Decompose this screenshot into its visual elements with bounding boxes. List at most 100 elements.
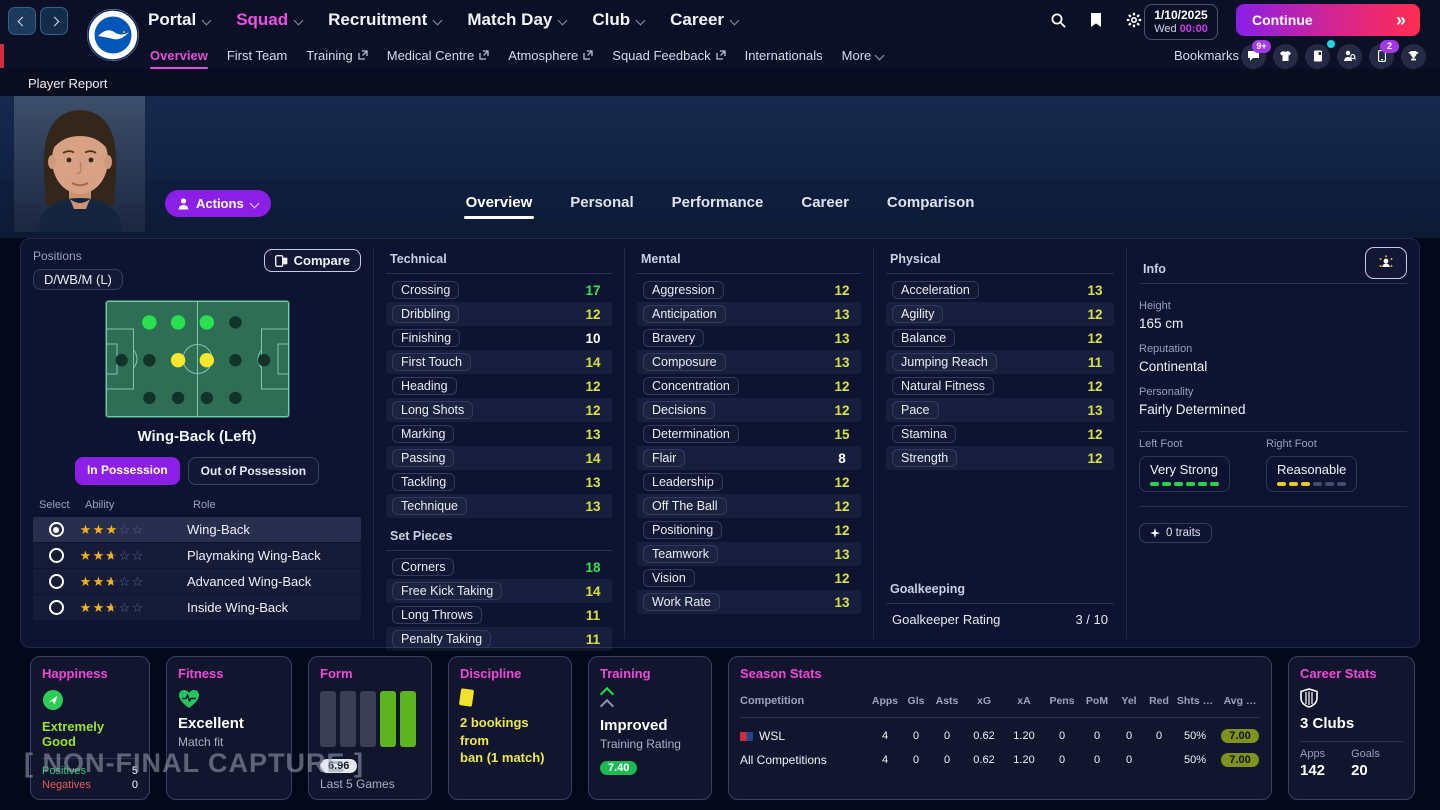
role-radio[interactable] (49, 522, 64, 537)
role-row-playmaking-wing-back[interactable]: ★★☆★☆☆Playmaking Wing-Back (33, 543, 361, 568)
career-stats-title: Career Stats (1300, 666, 1403, 681)
sub-nav-overview[interactable]: Overview (150, 40, 208, 70)
stat-value: 0 (1044, 730, 1080, 742)
season-stats-row: WSL4000.621.20000050%7.00 (740, 724, 1260, 748)
role-row-wing-back[interactable]: ★★★☆☆Wing-Back (33, 517, 361, 542)
role-radio[interactable] (49, 600, 64, 615)
roles-table-header: SelectAbilityRole (33, 499, 361, 517)
nav-menu-squad[interactable]: Squad (236, 10, 302, 30)
attr-technique: Technique13 (386, 494, 612, 518)
game-date[interactable]: 1/10/2025 Wed 00:00 (1144, 4, 1218, 40)
out-of-possession-toggle[interactable]: Out of Possession (188, 457, 319, 485)
role-row-advanced-wing-back[interactable]: ★★☆★☆☆Advanced Wing-Back (33, 569, 361, 594)
attr-vision: Vision12 (637, 566, 861, 590)
training-card[interactable]: Training Improved Training Rating 7.40 (588, 656, 712, 800)
happiness-icon (42, 689, 64, 711)
attr-natural-fitness: Natural Fitness12 (886, 374, 1114, 398)
happiness-title: Happiness (42, 666, 138, 681)
nav-menu-career[interactable]: Career (670, 10, 738, 30)
in-possession-toggle[interactable]: In Possession (75, 457, 180, 485)
messages-icon[interactable]: 9+ (1241, 44, 1266, 69)
attr-composure: Composure13 (637, 350, 861, 374)
discipline-card[interactable]: Discipline 2 bookings fromban (1 match) (448, 656, 572, 800)
sub-nav-training[interactable]: Training (306, 40, 367, 70)
happiness-value: Extremely Good (42, 719, 138, 749)
mental-section: Mental Aggression12Anticipation13Bravery… (625, 239, 873, 647)
sub-nav-first-team[interactable]: First Team (227, 40, 287, 70)
attr-anticipation: Anticipation13 (637, 302, 861, 326)
left-foot-bars (1150, 482, 1219, 486)
attr-acceleration: Acceleration13 (886, 278, 1114, 302)
player-tabs: Overview Personal Performance Career Compari… (0, 188, 1440, 221)
form-bars (320, 691, 420, 747)
sub-nav-squad-feedback[interactable]: Squad Feedback (612, 40, 725, 70)
role-row-inside-wing-back[interactable]: ★★☆★☆☆Inside Wing-Back (33, 595, 361, 620)
gear-icon[interactable] (1126, 12, 1142, 28)
career-stats-card[interactable]: Career Stats 3 Clubs Apps142 Goals20 (1288, 656, 1415, 800)
nav-menu-recruitment[interactable]: Recruitment (328, 10, 441, 30)
nav-menu-match-day[interactable]: Match Day (467, 10, 566, 30)
tab-comparison[interactable]: Comparison (885, 188, 977, 221)
trophy-icon[interactable] (1401, 44, 1426, 69)
stat-col-shts: Shts … (1174, 695, 1216, 707)
phone-icon[interactable]: 2 (1369, 44, 1394, 69)
pitch-dot-pos (170, 315, 184, 329)
sub-nav-atmosphere[interactable]: Atmosphere (508, 40, 593, 70)
heart-icon (178, 689, 200, 709)
compare-button[interactable]: Compare (264, 249, 361, 272)
role-ability-stars: ★★☆★☆☆ (79, 547, 187, 565)
sub-nav-internationals[interactable]: Internationals (745, 40, 823, 70)
attr-passing: Passing14 (386, 446, 612, 470)
attr-aggression: Aggression12 (637, 278, 861, 302)
tab-performance[interactable]: Performance (670, 188, 766, 221)
attr-dribbling: Dribbling12 (386, 302, 612, 326)
stat-col-red: Red (1144, 695, 1174, 707)
role-radio[interactable] (49, 574, 64, 589)
pitch-dot-off (143, 354, 155, 366)
attr-positioning: Positioning12 (637, 518, 861, 542)
transfer-card-icon[interactable] (1305, 44, 1330, 69)
tab-personal[interactable]: Personal (568, 188, 635, 221)
stat-value: 1.20 (1004, 754, 1044, 766)
top-icons (1051, 0, 1142, 40)
positions-section: Positions D/WB/M (L) Compare Wing-Back (… (21, 239, 373, 647)
traits-chip[interactable]: 0 traits (1139, 523, 1212, 543)
role-name: Wing-Back (187, 522, 361, 537)
roles-header-select: Select (39, 499, 85, 511)
player-profile-icon[interactable] (1365, 247, 1407, 279)
forward-button[interactable] (40, 7, 68, 35)
nav-menu-club[interactable]: Club (592, 10, 644, 30)
tab-overview[interactable]: Overview (464, 188, 535, 221)
position-pitch (105, 300, 290, 418)
role-name: Inside Wing-Back (187, 600, 361, 615)
foot-bar (1301, 482, 1310, 486)
bookmark-icon[interactable] (1090, 13, 1102, 28)
scouting-icon[interactable] (1337, 44, 1362, 69)
role-radio[interactable] (49, 548, 64, 563)
stat-col-apps: Apps (868, 695, 902, 707)
season-stats-rows: WSL4000.621.20000050%7.00All Competition… (740, 724, 1260, 772)
continue-label: Continue (1252, 12, 1313, 28)
attr-leadership: Leadership12 (637, 470, 861, 494)
nav-menu-portal[interactable]: Portal (148, 10, 210, 30)
sub-nav-more[interactable]: More (842, 40, 884, 70)
stat-value: 0.62 (964, 754, 1004, 766)
non-final-capture-watermark: [ NON-FINAL CAPTURE ] (24, 748, 364, 779)
foot-bar (1289, 482, 1298, 486)
brighton-club-crest[interactable] (86, 8, 140, 62)
stat-col-yel: Yel (1114, 695, 1144, 707)
attr-crossing: Crossing17 (386, 278, 612, 302)
sub-nav-medical-centre[interactable]: Medical Centre (387, 40, 489, 70)
continue-button[interactable]: Continue » (1236, 4, 1420, 36)
back-button[interactable] (8, 7, 36, 35)
improvement-chevrons-icon (600, 689, 700, 711)
stat-col-competition: Competition (740, 695, 868, 707)
height-value: 165 cm (1139, 316, 1407, 331)
right-foot: Right Foot Reasonable (1266, 438, 1357, 492)
shirt-icon[interactable] (1273, 44, 1298, 69)
season-stats-card[interactable]: Season Stats CompetitionAppsGlsAstsxGxAP… (728, 656, 1272, 800)
tab-career[interactable]: Career (799, 188, 851, 221)
search-icon[interactable] (1051, 13, 1066, 28)
attr-tackling: Tackling13 (386, 470, 612, 494)
stat-value: 7.00 (1216, 753, 1264, 767)
